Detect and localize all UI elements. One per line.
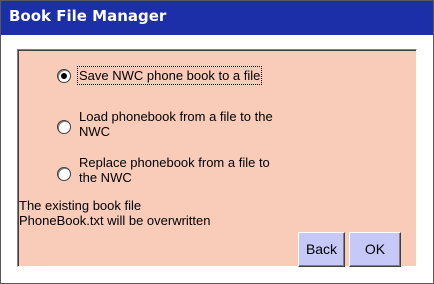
radio-button-save[interactable] (57, 69, 71, 83)
radio-label-load-line1[interactable]: Load phonebook from a file to the (79, 109, 273, 124)
radio-button-load[interactable] (57, 120, 71, 134)
ok-button[interactable]: OK (349, 232, 401, 267)
overwrite-warning-line2: PhoneBook.txt will be overwritten (19, 213, 211, 228)
radio-button-replace[interactable] (57, 167, 71, 181)
window-title: Book File Manager (9, 7, 167, 25)
radio-label-load-line2[interactable]: NWC (79, 124, 110, 139)
radio-label-replace-line2[interactable]: the NWC (79, 170, 132, 185)
radio-label-save[interactable]: Save NWC phone book to a file (76, 66, 263, 85)
back-button[interactable]: Back (298, 232, 345, 267)
radio-label-replace-line1[interactable]: Replace phonebook from a file to (79, 155, 270, 170)
overwrite-warning-line1: The existing book file (19, 198, 142, 213)
overwrite-warning: The existing book file PhoneBook.txt wil… (19, 198, 239, 228)
dialog-window: Book File Manager Save NWC phone book to… (0, 0, 434, 284)
radio-selected-dot (61, 73, 67, 79)
title-bar: Book File Manager (1, 1, 433, 35)
